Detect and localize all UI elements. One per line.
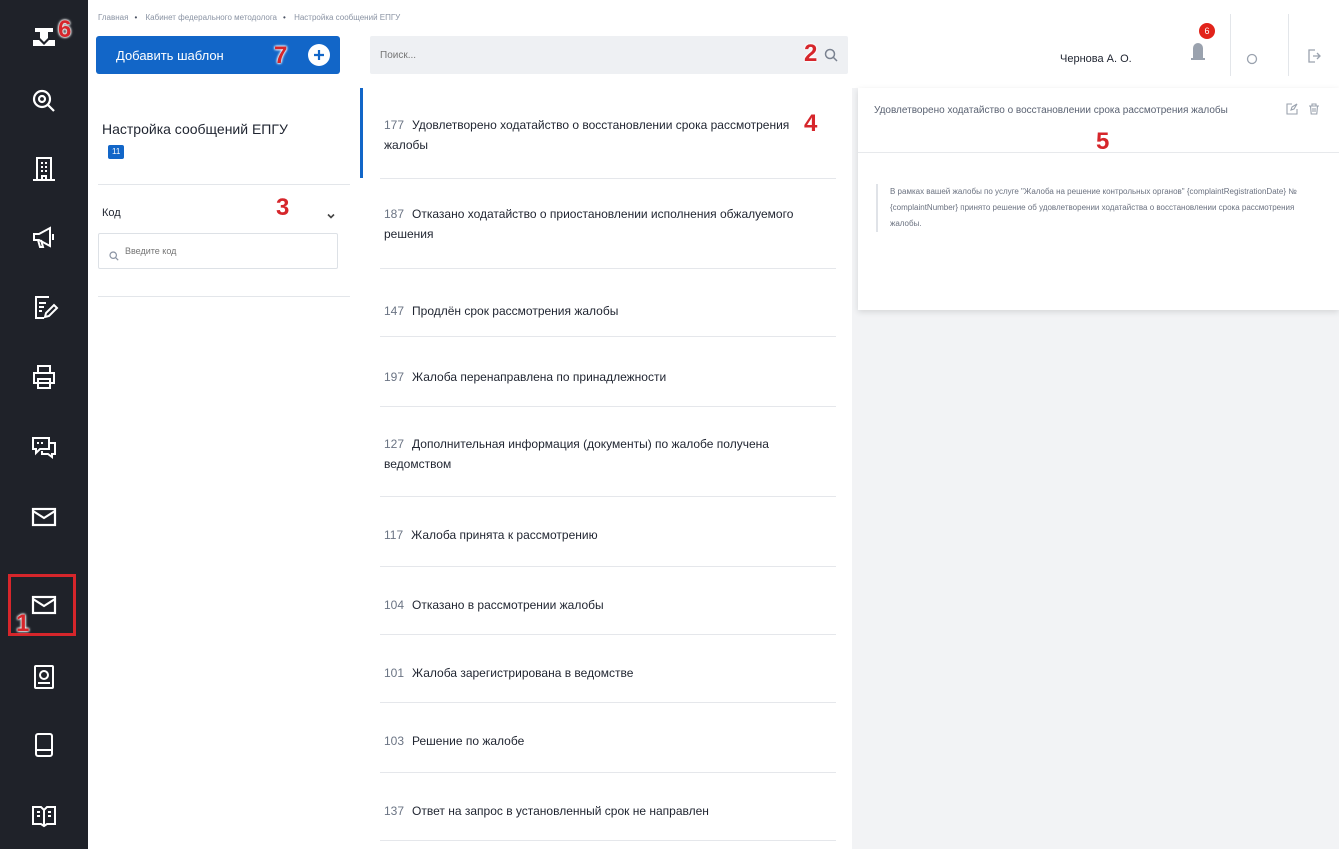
breadcrumb-item[interactable]: Кабинет федерального методолога	[146, 13, 278, 22]
message-template-body: В рамках вашей жалобы по услуге "Жалоба …	[876, 184, 1316, 232]
message-code: 103	[384, 734, 405, 748]
list-item[interactable]: 127 Дополнительная информация (документы)…	[384, 432, 836, 476]
code-field	[98, 233, 338, 269]
chat-icon[interactable]	[0, 418, 88, 476]
breadcrumb-item[interactable]: Главная	[98, 13, 128, 22]
message-code: 117	[384, 528, 404, 542]
message-text: Жалоба зарегистрирована в ведомстве	[412, 666, 634, 680]
list-item[interactable]: 117 Жалоба принята к рассмотрению	[384, 524, 836, 546]
list-item[interactable]: 104 Отказано в рассмотрении жалобы	[384, 594, 836, 616]
count-badge: 11	[108, 145, 125, 160]
selected-indicator	[360, 88, 363, 178]
list-item[interactable]: 177 Удовлетворено ходатайство о восстанов…	[384, 113, 836, 157]
search-input[interactable]	[370, 36, 810, 74]
trash-icon[interactable]	[1308, 100, 1320, 119]
divider	[380, 840, 836, 841]
message-text: Удовлетворено ходатайство о восстановлен…	[384, 118, 790, 152]
page-title: Настройка сообщений ЕПГУ 11	[102, 118, 302, 162]
filter-panel: Настройка сообщений ЕПГУ 11 Код	[88, 88, 360, 849]
breadcrumb-item: Настройка сообщений ЕПГУ	[294, 13, 401, 22]
mail-icon[interactable]	[0, 576, 88, 634]
search-icon[interactable]	[824, 47, 838, 66]
open-book-icon[interactable]	[0, 786, 88, 844]
megaphone-icon[interactable]	[0, 208, 88, 266]
message-text: Дополнительная информация (документы) по…	[384, 437, 769, 471]
divider	[380, 406, 836, 407]
list-item[interactable]: 147 Продлён срок рассмотрения жалобы	[384, 300, 836, 322]
annotation-marker: 2	[804, 40, 818, 67]
divider	[98, 184, 350, 185]
mail-icon[interactable]	[0, 488, 88, 546]
add-template-label: Добавить шаблон	[116, 47, 224, 63]
logo-icon[interactable]	[0, 10, 88, 68]
printer-icon[interactable]	[0, 348, 88, 406]
message-code: 137	[384, 804, 405, 818]
search-icon	[109, 246, 119, 265]
code-input[interactable]	[125, 234, 335, 268]
message-detail-panel: Удовлетворено ходатайство о восстановлен…	[858, 88, 1339, 310]
message-code: 127	[384, 437, 405, 451]
message-text: Жалоба принята к рассмотрению	[411, 528, 598, 542]
sidebar-rail	[0, 0, 88, 849]
page-title-text: Настройка сообщений ЕПГУ	[102, 121, 288, 137]
list-item[interactable]: 137 Ответ на запрос в установленный срок …	[384, 800, 836, 822]
book-icon[interactable]	[0, 716, 88, 774]
list-item[interactable]: 101 Жалоба зарегистрирована в ведомстве	[384, 662, 836, 684]
divider	[380, 566, 836, 567]
list-item[interactable]: 187 Отказано ходатайство о приостановлени…	[384, 202, 836, 246]
divider	[380, 634, 836, 635]
notification-badge: 6	[1199, 23, 1215, 39]
annotation-marker: 7	[274, 42, 288, 69]
message-text: Продлён срок рассмотрения жалобы	[412, 304, 619, 318]
annotation-marker: 1	[16, 610, 30, 637]
edit-icon[interactable]	[1286, 100, 1298, 119]
divider	[1230, 14, 1231, 76]
divider	[98, 296, 350, 297]
list-item[interactable]: 197 Жалоба перенаправлена по принадлежнос…	[384, 366, 836, 388]
message-code: 147	[384, 304, 405, 318]
annotation-marker: 3	[276, 194, 290, 221]
divider	[380, 268, 836, 269]
breadcrumb: Главная • Кабинет федерального методолога…	[98, 13, 401, 22]
add-template-button[interactable]: Добавить шаблон	[96, 36, 340, 74]
search-icon[interactable]	[0, 72, 88, 130]
divider	[1288, 14, 1289, 76]
message-text: Решение по жалобе	[412, 734, 525, 748]
settings-icon[interactable]	[1246, 50, 1258, 69]
search-box	[370, 36, 848, 74]
plus-circle-icon	[308, 44, 330, 66]
annotation-marker: 6	[58, 16, 72, 43]
message-code: 104	[384, 598, 405, 612]
divider	[380, 772, 836, 773]
code-filter-label: Код	[102, 207, 121, 219]
certificate-icon[interactable]	[0, 648, 88, 706]
detail-title: Удовлетворено ходатайство о восстановлен…	[874, 105, 1228, 116]
message-code: 197	[384, 370, 405, 384]
document-edit-icon[interactable]	[0, 278, 88, 336]
divider	[380, 336, 836, 337]
logout-icon[interactable]	[1307, 48, 1321, 68]
user-name[interactable]: Чернова А. О.	[1060, 53, 1132, 65]
message-text: Жалоба перенаправлена по принадлежности	[412, 370, 667, 384]
building-icon[interactable]	[0, 140, 88, 198]
message-code: 101	[384, 666, 405, 680]
message-text: Отказано в рассмотрении жалобы	[412, 598, 604, 612]
message-list: 177 Удовлетворено ходатайство о восстанов…	[360, 88, 852, 849]
chevron-down-icon[interactable]	[326, 206, 336, 225]
message-code: 177	[384, 118, 405, 132]
message-text: Отказано ходатайство о приостановлении и…	[384, 207, 794, 241]
divider	[380, 702, 836, 703]
list-item[interactable]: 103 Решение по жалобе	[384, 730, 836, 752]
message-code: 187	[384, 207, 405, 221]
annotation-marker: 4	[804, 110, 818, 137]
message-text: Ответ на запрос в установленный срок не …	[412, 804, 709, 818]
divider	[380, 496, 836, 497]
annotation-marker: 5	[1096, 128, 1110, 155]
divider	[380, 178, 836, 179]
